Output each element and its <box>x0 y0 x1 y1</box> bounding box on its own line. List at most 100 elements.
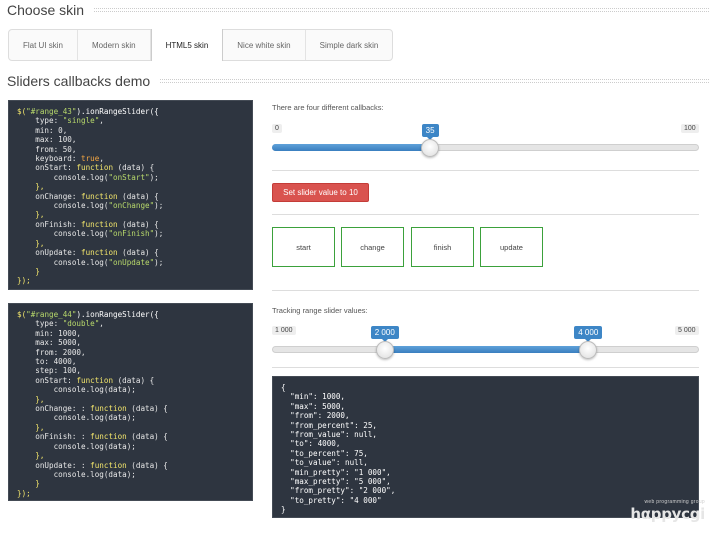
code-line: (data) { <box>126 404 168 414</box>
slider-values-output: { "min": 1000, "max": 5000, "from": 2000… <box>272 376 699 518</box>
tab-modern-skin[interactable]: Modern skin <box>78 30 151 60</box>
code-line: from: 50, <box>17 144 77 154</box>
slider1-value-badge: 35 <box>421 124 439 140</box>
code-line: ); <box>154 257 164 267</box>
callback-update-indicator: update <box>480 227 543 267</box>
code-line: }, <box>17 394 45 404</box>
json-line: "to_pretty": "4 000" <box>281 495 382 505</box>
code-line: ); <box>149 172 159 182</box>
code-keyword: function <box>90 404 127 414</box>
code-line: ).ionRangeSlider({ <box>76 107 159 116</box>
slider2-bar-fill <box>384 346 589 353</box>
happycgi-logo: web programming group hαppycgi <box>630 499 705 523</box>
slider1-caption: There are four different callbacks: <box>272 103 384 112</box>
slider2-max-label: 5 000 <box>675 326 699 335</box>
code-string: "single" <box>62 116 100 126</box>
code-line: onUpdate: <box>17 248 82 258</box>
code-line: ); <box>154 229 164 239</box>
code-keyword: function <box>90 460 127 470</box>
slider1-bar-fill <box>272 144 431 151</box>
divider <box>272 214 699 215</box>
json-line: } <box>281 505 286 515</box>
callback-start-indicator: start <box>272 227 335 267</box>
code-line: max: 100, <box>17 135 77 145</box>
code-keyword: function <box>76 163 114 173</box>
code-string: "double" <box>62 319 100 329</box>
json-line: "to": 4000, <box>281 439 341 449</box>
tab-nice-white-skin[interactable]: Nice white skin <box>223 30 306 60</box>
code-line: }); <box>17 276 31 286</box>
code-line: } <box>17 479 40 489</box>
slider1-handle[interactable] <box>421 139 440 157</box>
code-line: , <box>99 116 104 126</box>
code-string: "#range_44" <box>26 310 77 319</box>
code-line: console.log(data); <box>17 413 136 423</box>
slider1-min-label: 0 <box>272 124 282 133</box>
code-line: (data) { <box>117 191 159 201</box>
json-line: "max": 5000, <box>281 401 346 411</box>
code-line: }, <box>17 182 45 192</box>
code-line: type: <box>17 116 63 126</box>
callbacks-demo-heading: Sliders callbacks demo <box>7 73 161 89</box>
code-line: onChange: <box>17 191 82 201</box>
json-line: "from_percent": 25, <box>281 420 378 430</box>
tab-simple-dark-skin[interactable]: Simple dark skin <box>306 30 393 60</box>
code-keyword: function <box>81 219 118 229</box>
json-line: "min_pretty": "1 000", <box>281 467 391 477</box>
code-line: }, <box>17 210 45 220</box>
json-line: "from": 2000, <box>281 411 350 421</box>
code-string: "onStart" <box>108 172 150 182</box>
code-string: "onFinish" <box>108 229 155 239</box>
code-line: min: 1000, <box>17 328 82 338</box>
code-line: } <box>17 266 40 276</box>
slider1-max-label: 100 <box>681 124 699 133</box>
code-line: console.log( <box>17 229 109 239</box>
code-line: ).ionRangeSlider({ <box>76 310 159 319</box>
json-line: "from_pretty": "2 000", <box>281 486 396 496</box>
code-string: "onChange" <box>108 201 155 211</box>
code-line: onFinish: <box>17 219 82 229</box>
callback-change-indicator: change <box>341 227 404 267</box>
code-line: console.log( <box>17 172 109 182</box>
code-keyword: function <box>90 432 127 442</box>
code-line: ); <box>154 201 164 211</box>
set-slider-value-button[interactable]: Set slider value to 10 <box>272 183 369 202</box>
code-line: (data) { <box>113 163 155 173</box>
code-line: console.log(data); <box>17 441 136 451</box>
json-line: "min": 1000, <box>281 392 346 402</box>
tab-html5-skin[interactable]: HTML5 skin <box>150 29 224 61</box>
code-line: onStart: <box>17 375 77 385</box>
json-line: "to_percent": 75, <box>281 448 368 458</box>
code-line: $( <box>17 107 27 116</box>
slider2-from-handle[interactable] <box>375 341 394 359</box>
code-line: console.log(data); <box>17 385 136 395</box>
tab-flat-ui-skin[interactable]: Flat UI skin <box>9 30 79 60</box>
code-line: (data) { <box>117 219 159 229</box>
skin-tabs: Flat UI skin Modern skin HTML5 skin Nice… <box>8 29 394 61</box>
code-line: max: 5000, <box>17 338 82 348</box>
code-line: onChange: : <box>17 404 91 414</box>
code-line: onUpdate: : <box>17 460 91 470</box>
divider <box>272 170 699 171</box>
json-line: "from_value": null, <box>281 430 378 440</box>
code-line: (data) { <box>126 432 168 442</box>
code-line: (data) { <box>113 375 155 385</box>
code-keyword: function <box>81 248 118 258</box>
slider2-to-handle[interactable] <box>579 341 598 359</box>
slider2-caption: Tracking range slider values: <box>272 306 368 315</box>
logo-name: hαppycgi <box>630 505 705 523</box>
json-line: "to_value": null, <box>281 458 368 468</box>
code-line: console.log( <box>17 201 109 211</box>
heading-divider <box>7 8 709 12</box>
json-line: { <box>281 383 286 392</box>
json-line: "max_pretty": "5 000", <box>281 477 391 487</box>
divider <box>272 290 699 291</box>
code-block-single: $("#range_43").ionRangeSlider({ type: "s… <box>8 100 253 290</box>
slider2-min-label: 1 000 <box>272 326 296 335</box>
code-line: , <box>99 154 104 164</box>
code-line: , <box>99 319 104 329</box>
code-line: onFinish: : <box>17 432 91 442</box>
code-line: onStart: <box>17 163 77 173</box>
code-block-double: $("#range_44").ionRangeSlider({ type: "d… <box>8 303 253 501</box>
code-line: min: 0, <box>17 125 68 135</box>
